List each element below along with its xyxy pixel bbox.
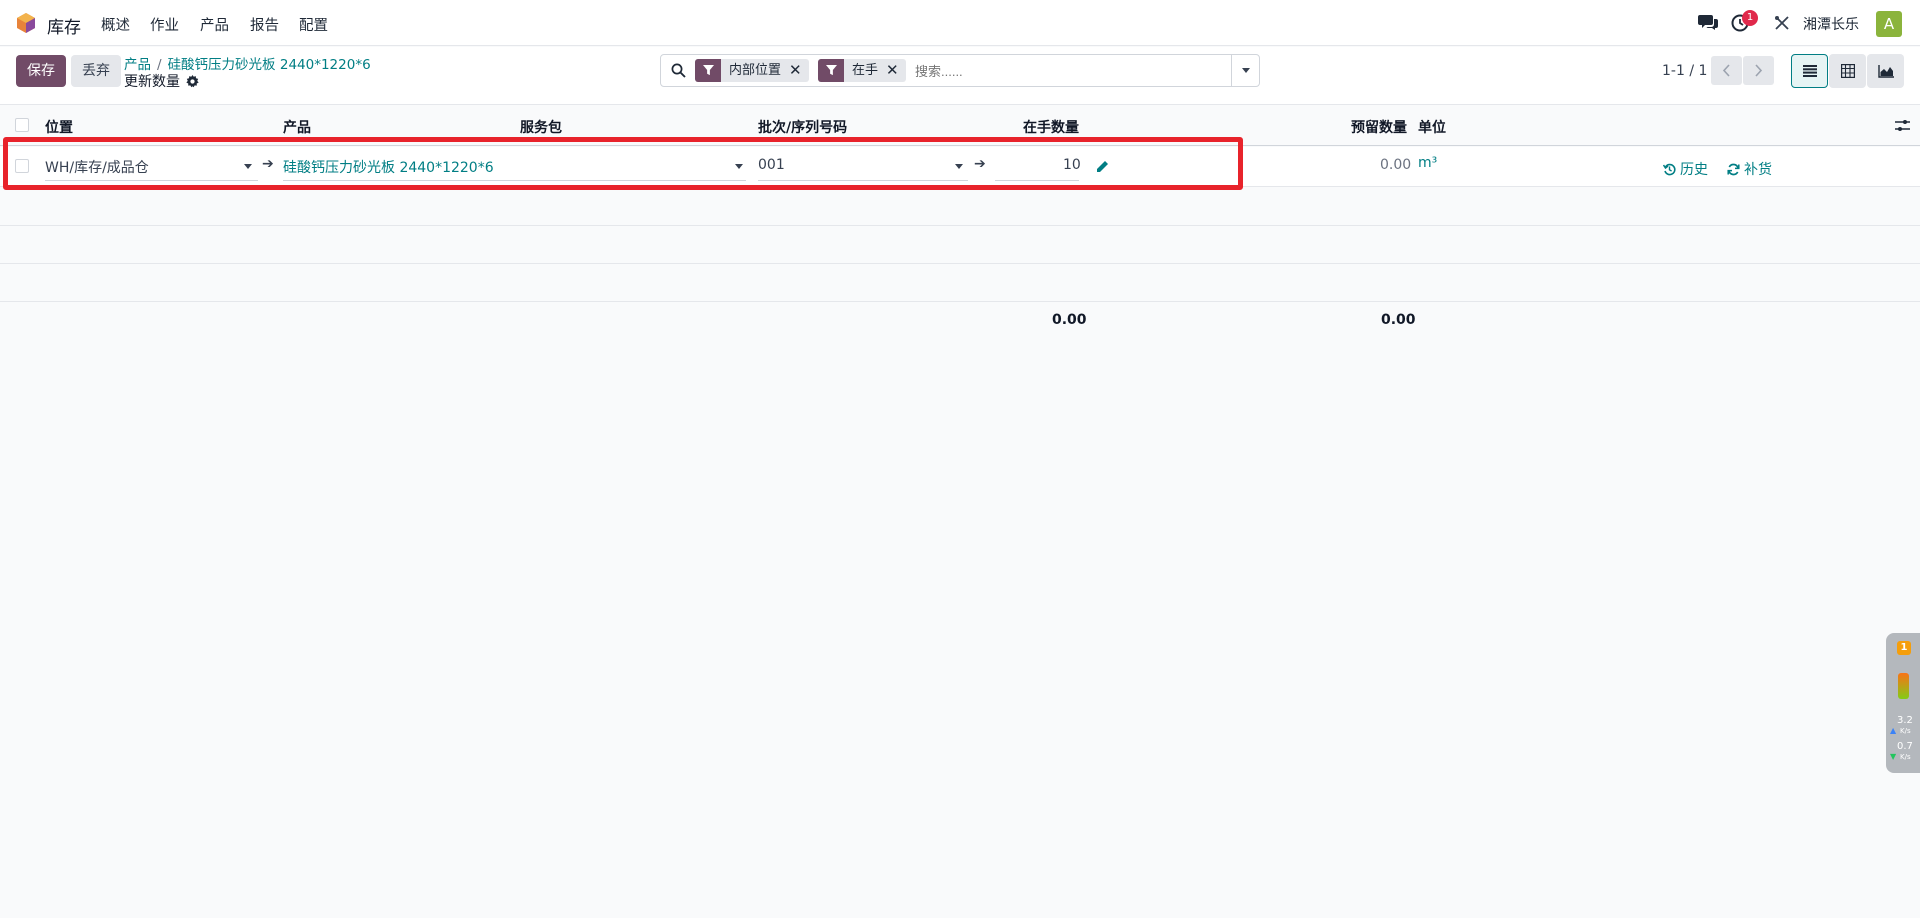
gear-icon[interactable]: [186, 74, 199, 88]
on-hand-field-underline: [995, 180, 1079, 181]
location-internal-link-arrow-icon[interactable]: ➔: [262, 156, 274, 172]
search-bar: 内部位置 ✕ 在手 ✕: [660, 54, 1260, 87]
pivot-view-button[interactable]: [1829, 54, 1866, 88]
replenish-button[interactable]: 补货: [1727, 159, 1772, 179]
column-product[interactable]: 产品: [283, 117, 311, 137]
filter-icon: [818, 59, 844, 82]
select-all-checkbox[interactable]: [15, 118, 29, 132]
app-name[interactable]: 库存: [47, 13, 81, 38]
upload-unit: K/s: [1900, 727, 1911, 735]
menu-configuration[interactable]: 配置: [299, 14, 328, 35]
empty-row: [0, 226, 1920, 264]
pencil-icon[interactable]: [1096, 160, 1109, 173]
activity-badge: 1: [1742, 10, 1758, 26]
chat-icon[interactable]: [1698, 13, 1718, 31]
save-button[interactable]: 保存: [16, 55, 66, 87]
top-navbar: 库存 概述 作业 产品 报告 配置 1 湘潭长乐 A: [0, 0, 1920, 46]
download-unit: K/s: [1900, 753, 1911, 761]
facet-label: 在手: [852, 63, 879, 78]
breadcrumb: 产品 / 硅酸钙压力砂光板 2440*1220*6: [124, 53, 371, 73]
history-icon: [1663, 163, 1676, 175]
menu-reporting[interactable]: 报告: [250, 14, 279, 35]
user-avatar[interactable]: A: [1876, 11, 1902, 37]
usage-gauge-icon: [1898, 673, 1909, 699]
column-reserved-quantity[interactable]: 预留数量: [1351, 117, 1407, 137]
download-arrow-icon: ▼: [1890, 752, 1897, 761]
column-location[interactable]: 位置: [45, 117, 73, 137]
chevron-right-icon: [1755, 64, 1763, 77]
chevron-left-icon: [1722, 64, 1730, 77]
menu-products[interactable]: 产品: [200, 14, 229, 35]
column-uom[interactable]: 单位: [1418, 117, 1446, 137]
widget-badge: 1: [1897, 641, 1911, 655]
on-hand-quantity-input[interactable]: 10: [1063, 157, 1081, 173]
menu-operations[interactable]: 作业: [150, 14, 179, 35]
remove-facet-icon[interactable]: ✕: [789, 59, 809, 82]
location-field-underline: [45, 180, 258, 181]
location-field[interactable]: WH/库存/成品仓: [45, 157, 149, 177]
empty-row: [0, 264, 1920, 302]
filter-icon: [695, 59, 721, 82]
replenish-label: 补货: [1744, 162, 1772, 178]
page-title: 更新数量: [124, 71, 199, 91]
control-panel: 保存 丢弃 产品 / 硅酸钙压力砂光板 2440*1220*6 更新数量 内部位置 …: [0, 47, 1920, 105]
lot-internal-link-arrow-icon[interactable]: ➔: [974, 156, 986, 172]
refresh-icon: [1727, 163, 1740, 175]
lot-dropdown-caret-icon[interactable]: [955, 164, 963, 169]
table-row[interactable]: WH/库存/成品仓 ➔ 硅酸钙压力砂光板 2440*1220*6 001 ➔ 1…: [0, 147, 1920, 187]
column-lot-serial[interactable]: 批次/序列号码: [758, 117, 847, 137]
pager-value[interactable]: 1-1 / 1: [1662, 63, 1707, 79]
pager-next-button[interactable]: [1743, 56, 1774, 85]
facet-internal-location: 内部位置 ✕: [695, 59, 809, 82]
list-header: 位置 产品 服务包 批次/序列号码 在手数量 预留数量 单位: [0, 106, 1920, 146]
company-switcher[interactable]: 湘潭长乐: [1803, 14, 1859, 34]
product-field[interactable]: 硅酸钙压力砂光板 2440*1220*6: [283, 157, 494, 177]
column-package[interactable]: 服务包: [520, 117, 562, 137]
on-hand-total: 0.00: [1052, 312, 1087, 328]
row-checkbox[interactable]: [15, 159, 29, 173]
graph-view-button[interactable]: [1867, 54, 1904, 88]
debug-tools-icon[interactable]: [1774, 15, 1790, 31]
search-input[interactable]: [915, 60, 1225, 82]
upload-arrow-icon: ▲: [1890, 726, 1897, 735]
reserved-quantity-value: 0.00: [1380, 157, 1412, 173]
search-options-toggle[interactable]: [1231, 55, 1260, 86]
location-dropdown-caret-icon[interactable]: [244, 164, 252, 169]
column-on-hand-quantity[interactable]: 在手数量: [1023, 117, 1079, 137]
network-speed-widget[interactable]: 1 3.2 ▲ K/s 0.7 ▼ K/s: [1886, 633, 1920, 773]
optional-columns-icon[interactable]: [1895, 119, 1910, 132]
empty-row: [0, 188, 1920, 226]
list-view-button[interactable]: [1791, 54, 1828, 88]
facet-label: 内部位置: [729, 63, 782, 78]
history-button[interactable]: 历史: [1663, 159, 1708, 179]
upload-speed: 3.2: [1897, 715, 1913, 726]
discard-button[interactable]: 丢弃: [71, 55, 121, 87]
area-chart-icon: [1877, 64, 1894, 78]
caret-down-icon: [1242, 68, 1250, 73]
pager-previous-button[interactable]: [1711, 56, 1742, 85]
product-field-underline: [283, 180, 746, 181]
menu-overview[interactable]: 概述: [101, 14, 130, 35]
app-logo-icon[interactable]: [15, 12, 37, 34]
lot-field[interactable]: 001: [758, 157, 785, 173]
download-speed: 0.7: [1897, 741, 1913, 752]
table-icon: [1840, 64, 1855, 78]
search-icon[interactable]: [671, 63, 686, 78]
uom-value[interactable]: m³: [1418, 155, 1437, 171]
remove-facet-icon[interactable]: ✕: [886, 59, 906, 82]
product-dropdown-caret-icon[interactable]: [735, 164, 743, 169]
history-label: 历史: [1680, 162, 1708, 178]
lot-field-underline: [758, 180, 968, 181]
page-title-text: 更新数量: [124, 74, 180, 90]
facet-on-hand: 在手 ✕: [818, 59, 906, 82]
list-icon: [1802, 65, 1817, 77]
reserved-total: 0.00: [1381, 312, 1416, 328]
